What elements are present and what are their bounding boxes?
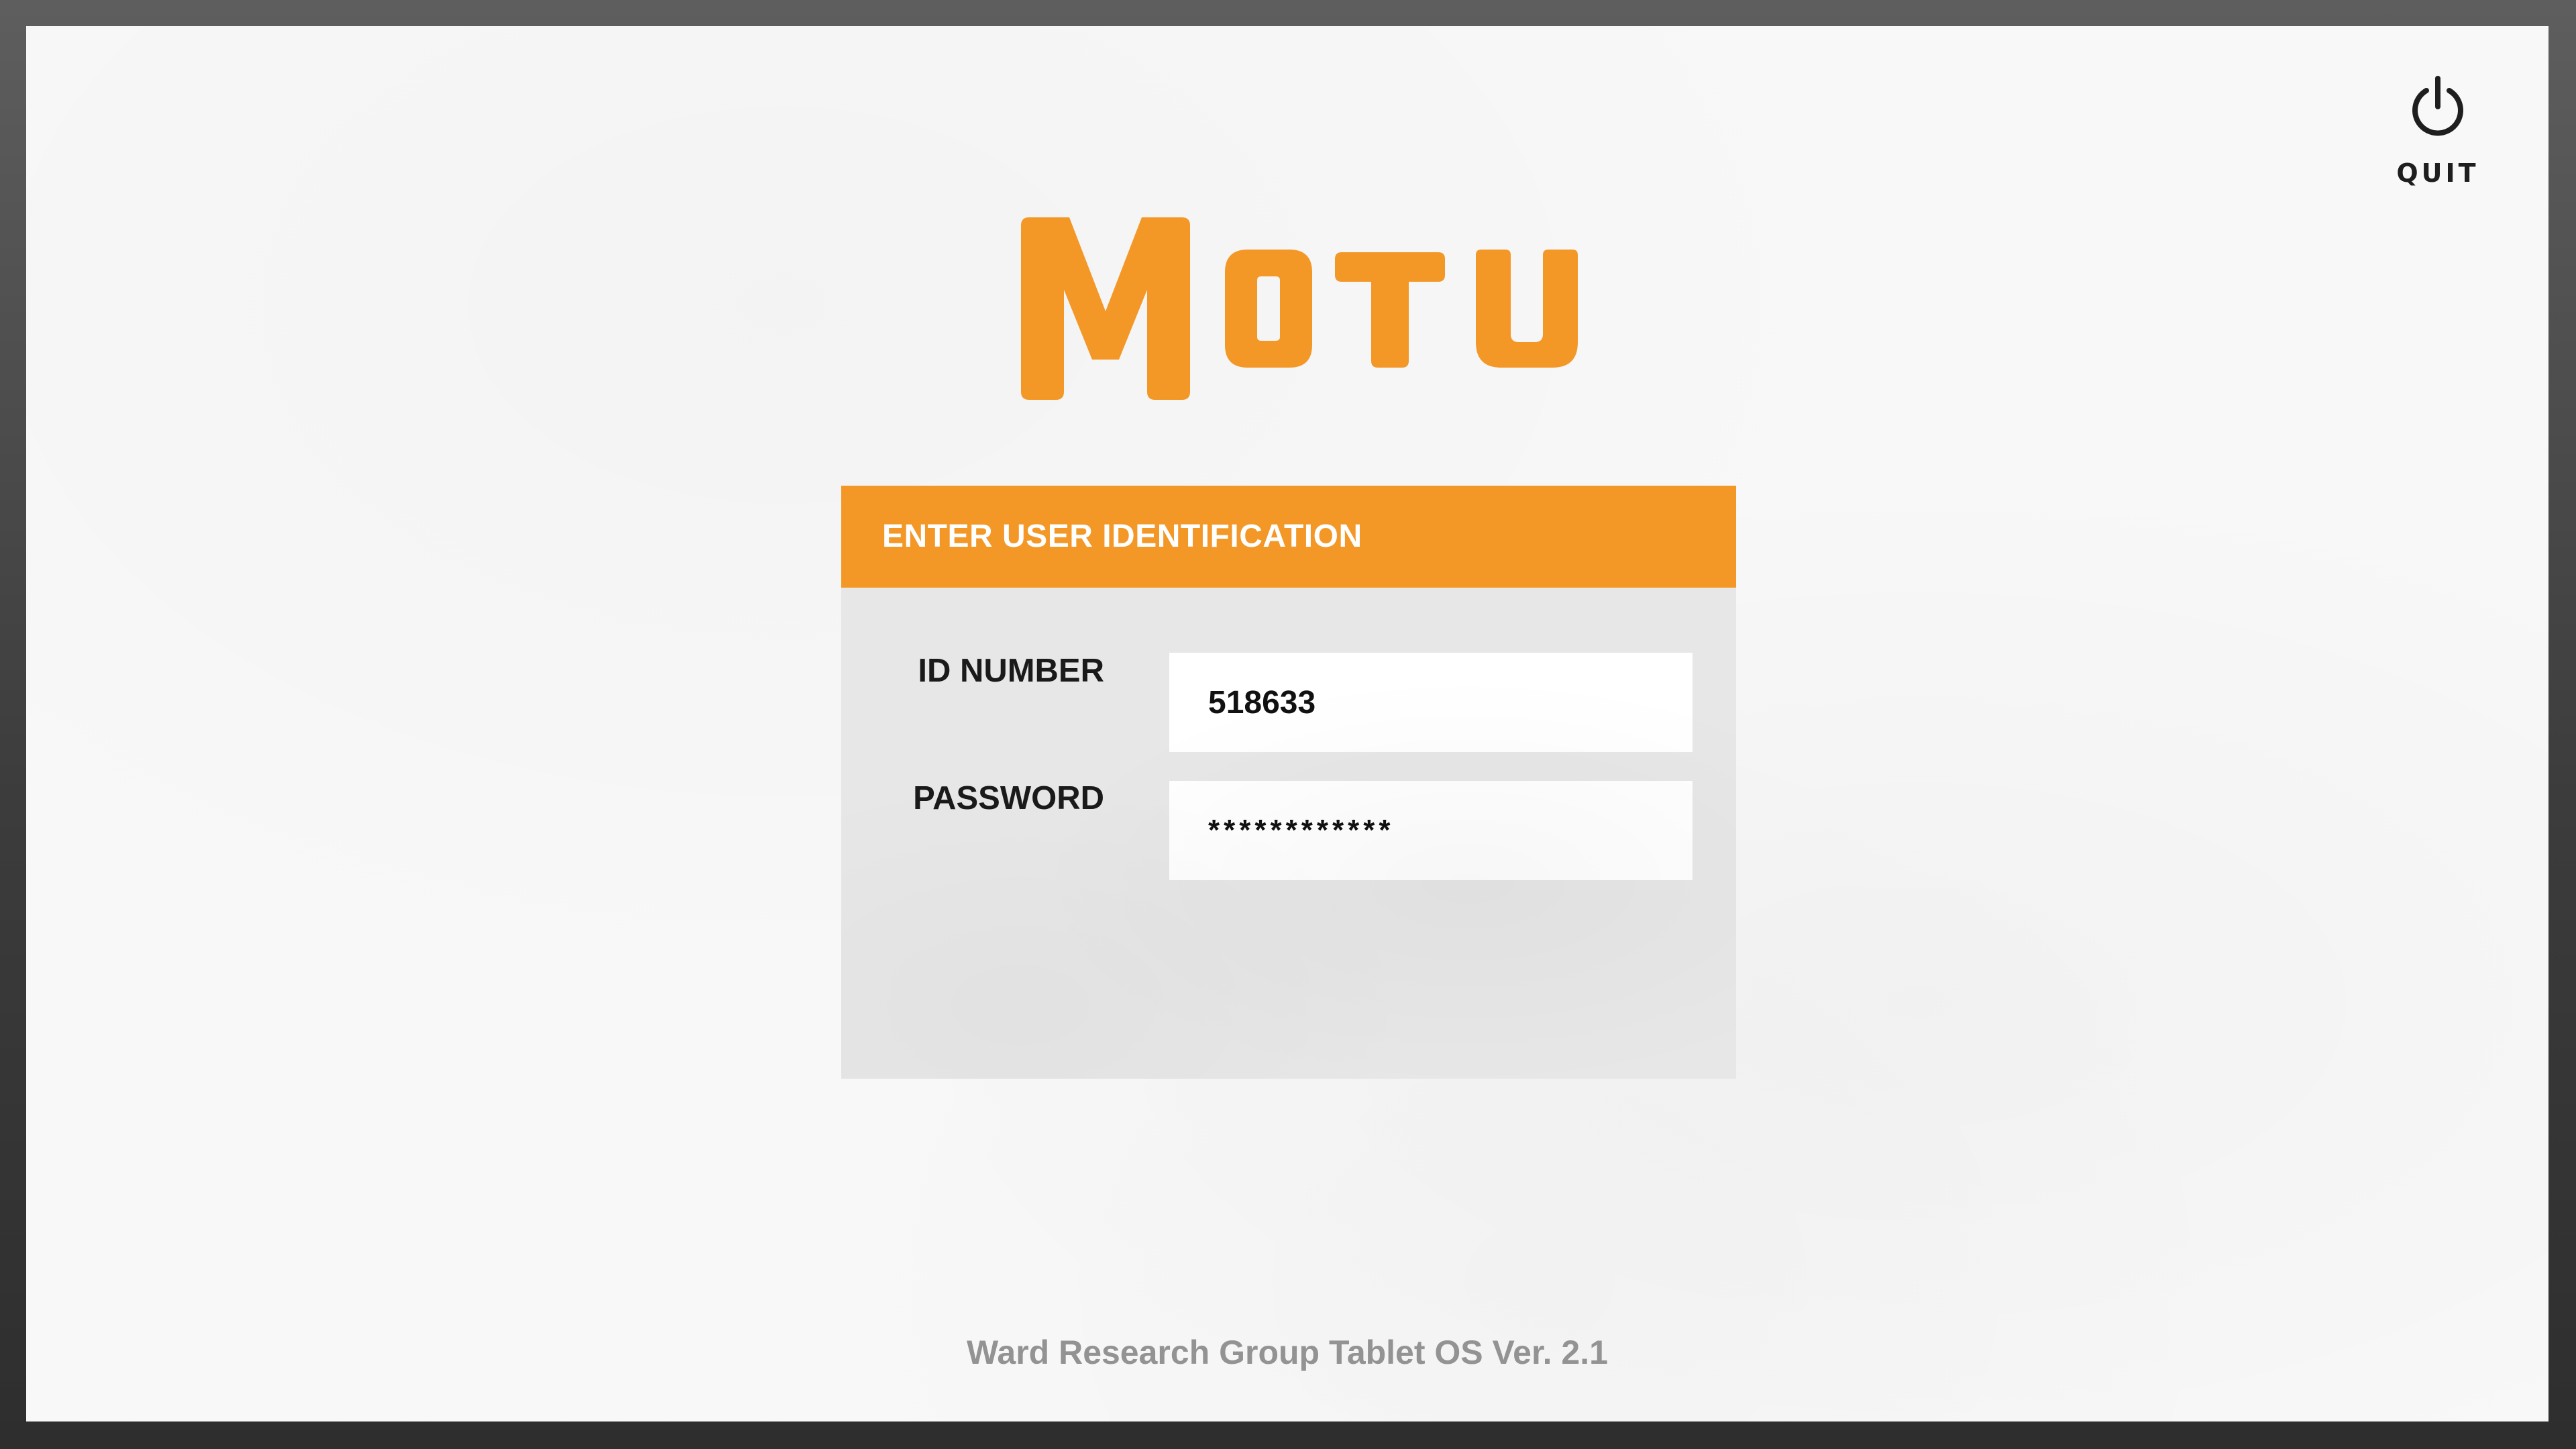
device-bezel: QUIT ENTER USER IDENTIFICATION ID NUMBER…	[0, 0, 2576, 1449]
logo-letter-u	[1476, 250, 1578, 368]
motu-logo	[1021, 217, 1578, 400]
logo-letter-m	[1021, 217, 1190, 400]
login-screen: QUIT ENTER USER IDENTIFICATION ID NUMBER…	[26, 26, 2548, 1421]
logo-letter-t	[1335, 252, 1445, 368]
logo-letter-o	[1225, 250, 1312, 368]
login-panel-header: ENTER USER IDENTIFICATION	[841, 486, 1736, 588]
version-footer: Ward Research Group Tablet OS Ver. 2.1	[967, 1334, 1608, 1371]
power-icon	[2412, 76, 2463, 136]
quit-button[interactable]: QUIT	[2377, 74, 2498, 209]
id-number-field[interactable]	[1169, 653, 1693, 752]
quit-label: QUIT	[2396, 158, 2479, 188]
login-panel: ENTER USER IDENTIFICATION ID NUMBER PASS…	[841, 486, 1736, 1079]
password-label: PASSWORD	[913, 780, 1104, 816]
password-field[interactable]	[1169, 781, 1693, 880]
id-number-label: ID NUMBER	[918, 653, 1104, 689]
login-panel-title: ENTER USER IDENTIFICATION	[882, 519, 1362, 554]
